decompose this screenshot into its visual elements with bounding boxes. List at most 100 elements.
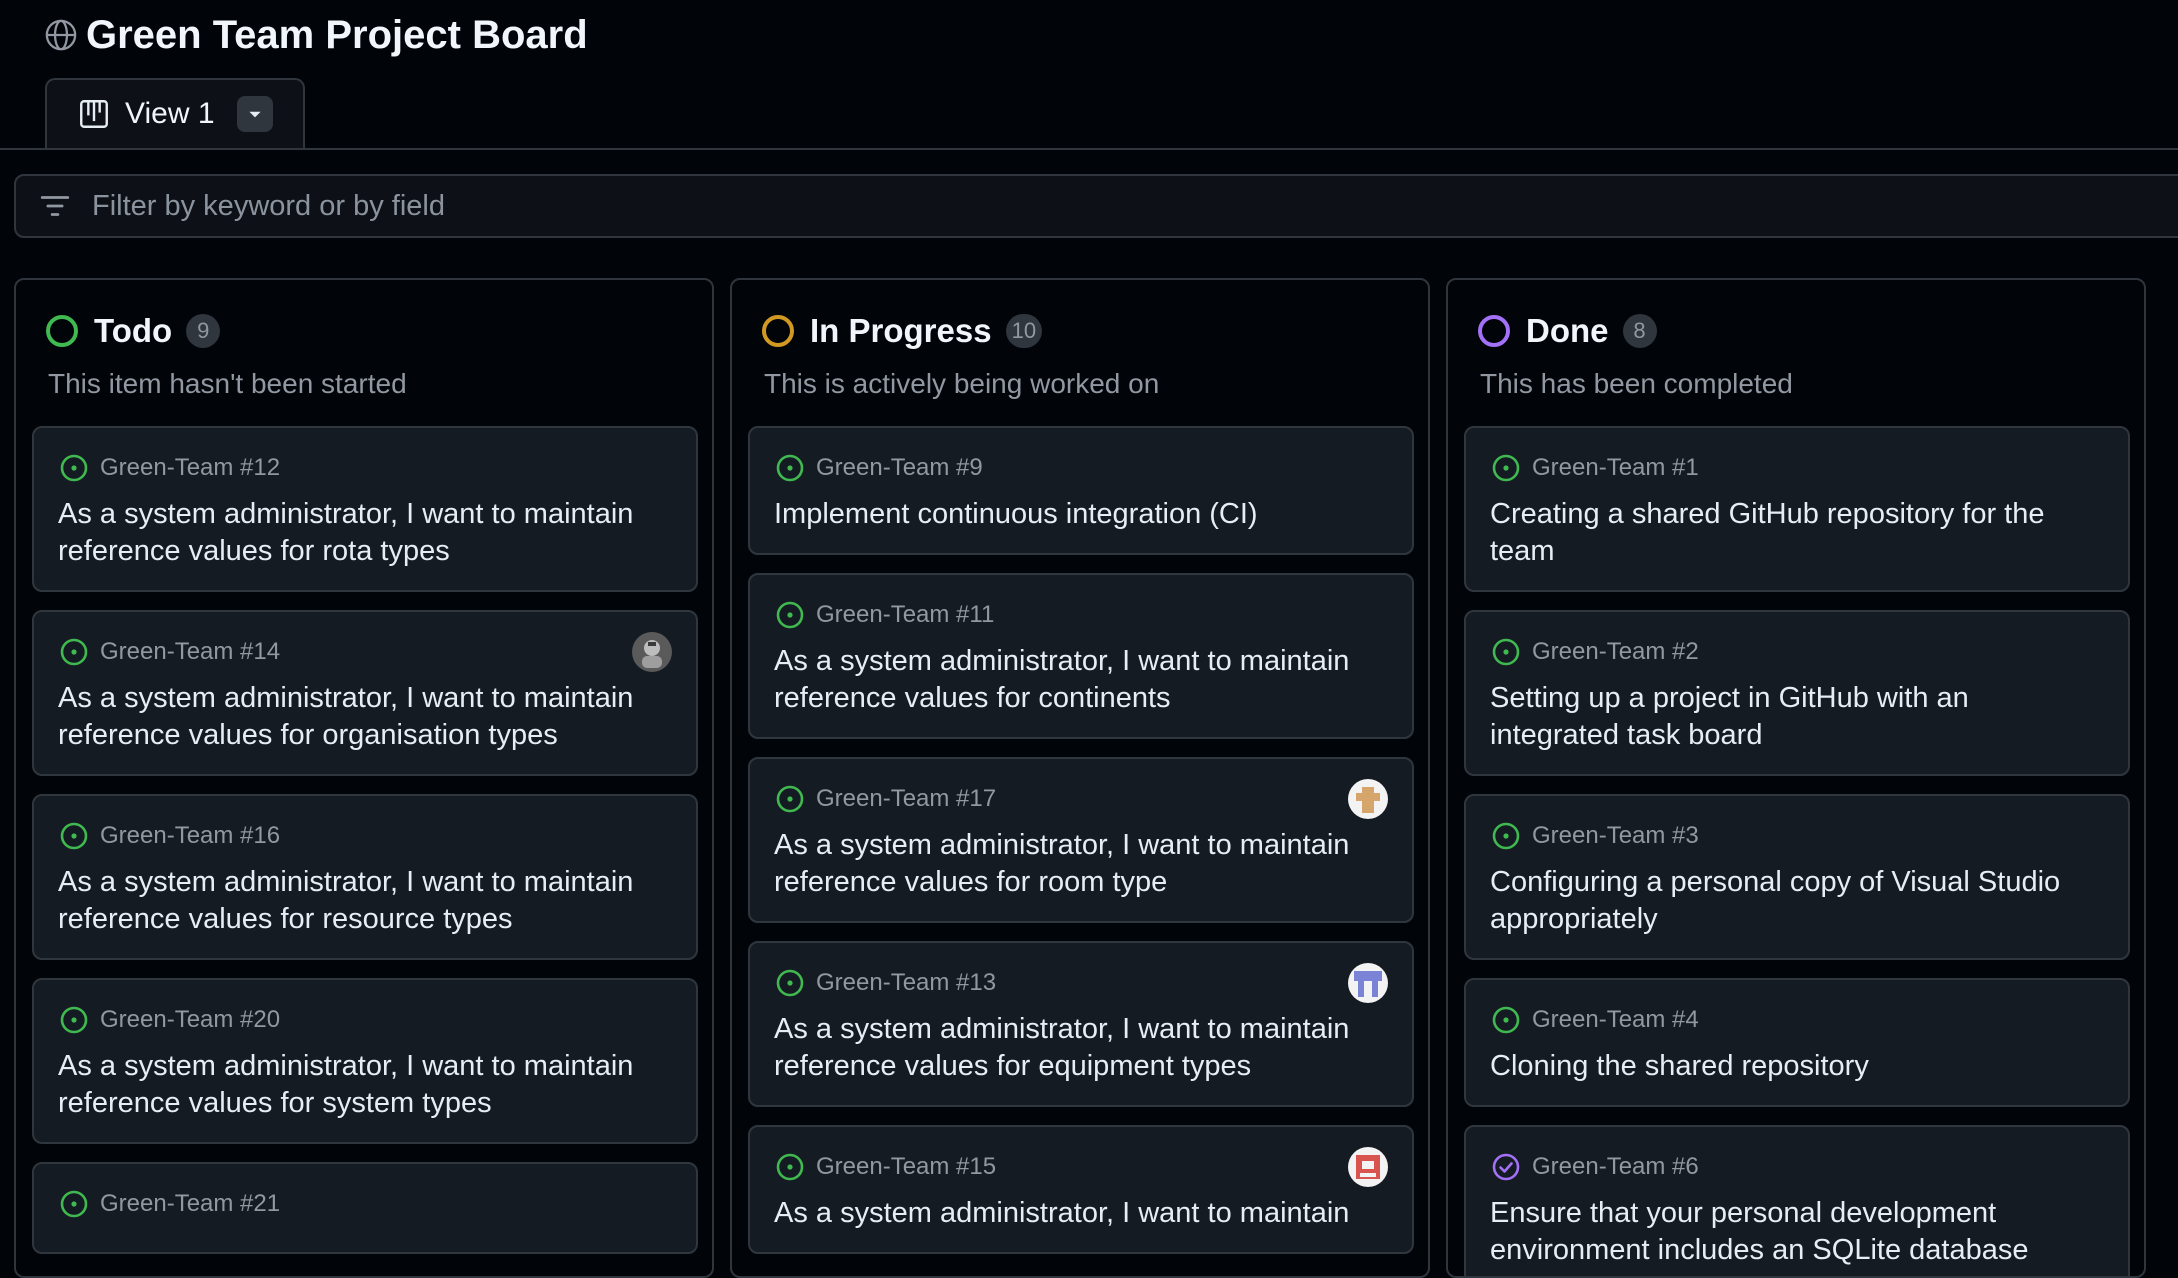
column-done: Done 8 This has been completed Green-Team #… (1446, 278, 2146, 1278)
issue-open-icon (60, 638, 88, 666)
card-meta: Green-Team #12 (58, 450, 672, 486)
issue-title[interactable]: Configuring a personal copy of Visual St… (1490, 864, 2104, 938)
board-icon (80, 100, 108, 128)
status-circle-icon (46, 315, 78, 347)
issue-card[interactable]: Green-Team #20 As a system administrator,… (32, 978, 698, 1144)
issue-open-icon (60, 1006, 88, 1034)
column-in-progress: In Progress 10 This is actively being work… (730, 278, 1430, 1278)
card-meta: Green-Team #6 (1490, 1149, 2104, 1185)
card-meta: Green-Team #2 (1490, 634, 2104, 670)
issue-open-icon (60, 822, 88, 850)
card-meta: Green-Team #14 (58, 634, 672, 670)
filter-bar[interactable] (14, 174, 2178, 238)
issue-title[interactable]: Creating a shared GitHub repository for … (1490, 496, 2104, 570)
issue-reference[interactable]: Green-Team #13 (816, 969, 996, 997)
column-header: In Progress 10 (762, 310, 1043, 352)
assignee-avatar[interactable] (1348, 963, 1388, 1003)
issue-card[interactable]: Green-Team #9 Implement continuous integr… (748, 426, 1414, 555)
assignee-avatar[interactable] (632, 632, 672, 672)
issue-reference[interactable]: Green-Team #1 (1532, 454, 1699, 482)
issue-open-icon (776, 454, 804, 482)
issue-open-icon (60, 1190, 88, 1218)
issue-card[interactable]: Green-Team #13 As a system administrator,… (748, 941, 1414, 1107)
card-list: Green-Team #12 As a system administrator,… (32, 426, 698, 1272)
issue-reference[interactable]: Green-Team #2 (1532, 638, 1699, 666)
issue-title[interactable]: As a system administrator, I want to mai… (58, 864, 672, 938)
issue-open-icon (1492, 454, 1520, 482)
issue-reference[interactable]: Green-Team #11 (816, 601, 994, 629)
status-circle-icon (762, 315, 794, 347)
issue-title[interactable]: Implement continuous integration (CI) (774, 496, 1388, 533)
issue-title[interactable]: As a system administrator, I want to mai… (58, 680, 672, 754)
issue-reference[interactable]: Green-Team #12 (100, 454, 280, 482)
issue-open-icon (776, 785, 804, 813)
issue-reference[interactable]: Green-Team #9 (816, 454, 983, 482)
page-title: Green Team Project Board (86, 12, 588, 57)
issue-card[interactable]: Green-Team #16 As a system administrator,… (32, 794, 698, 960)
globe-icon (45, 19, 77, 51)
column-description: This is actively being worked on (764, 368, 1160, 399)
card-list: Green-Team #1 Creating a shared GitHub re… (1464, 426, 2130, 1276)
view-options-button[interactable] (237, 96, 273, 132)
issue-closed-icon (1492, 1153, 1520, 1181)
card-meta: Green-Team #11 (774, 597, 1388, 633)
issue-open-icon (60, 454, 88, 482)
issue-title[interactable]: Ensure that your personal development en… (1490, 1195, 2104, 1269)
card-meta: Green-Team #16 (58, 818, 672, 854)
tab-view-1[interactable]: View 1 (45, 78, 305, 148)
issue-card[interactable]: Green-Team #2 Setting up a project in Git… (1464, 610, 2130, 776)
issue-reference[interactable]: Green-Team #14 (100, 638, 280, 666)
assignee-avatar[interactable] (1348, 1147, 1388, 1187)
status-circle-icon (1478, 315, 1510, 347)
column-header: Todo 9 (46, 310, 221, 352)
issue-card[interactable]: Green-Team #3 Configuring a personal copy… (1464, 794, 2130, 960)
issue-title[interactable]: As a system administrator, I want to mai… (774, 643, 1388, 717)
item-count-badge: 8 (1622, 314, 1657, 348)
card-meta: Green-Team #17 (774, 781, 1388, 817)
issue-title[interactable]: Setting up a project in GitHub with an i… (1490, 680, 2104, 754)
filter-input[interactable] (90, 188, 1694, 224)
issue-reference[interactable]: Green-Team #16 (100, 822, 280, 850)
issue-reference[interactable]: Green-Team #4 (1532, 1006, 1699, 1034)
issue-reference[interactable]: Green-Team #20 (100, 1006, 280, 1034)
issue-card[interactable]: Green-Team #21 (32, 1162, 698, 1254)
issue-reference[interactable]: Green-Team #17 (816, 785, 996, 813)
issue-card[interactable]: Green-Team #4 Cloning the shared reposito… (1464, 978, 2130, 1107)
issue-card[interactable]: Green-Team #15 As a system administrator,… (748, 1125, 1414, 1254)
card-meta: Green-Team #21 (58, 1186, 672, 1222)
issue-open-icon (776, 1153, 804, 1181)
column-todo: Todo 9 This item hasn't been started Green-… (14, 278, 714, 1278)
column-title: Todo (94, 312, 173, 349)
issue-reference[interactable]: Green-Team #15 (816, 1153, 996, 1181)
card-meta: Green-Team #4 (1490, 1002, 2104, 1038)
issue-card[interactable]: Green-Team #1 Creating a shared GitHub re… (1464, 426, 2130, 592)
column-title: Done (1526, 312, 1609, 349)
issue-card[interactable]: Green-Team #12 As a system administrator,… (32, 426, 698, 592)
issue-title[interactable]: As a system administrator, I want to mai… (774, 1011, 1388, 1085)
item-count-badge: 9 (186, 314, 221, 348)
column-description: This item hasn't been started (48, 368, 407, 399)
card-meta: Green-Team #9 (774, 450, 1388, 486)
tab-label: View 1 (125, 97, 215, 130)
issue-title[interactable]: As a system administrator, I want to mai… (58, 1048, 672, 1122)
issue-title[interactable]: As a system administrator, I want to mai… (58, 496, 672, 570)
issue-title[interactable]: Cloning the shared repository (1490, 1048, 2104, 1085)
card-meta: Green-Team #15 (774, 1149, 1388, 1185)
issue-reference[interactable]: Green-Team #21 (100, 1190, 280, 1218)
card-meta: Green-Team #13 (774, 965, 1388, 1001)
issue-title[interactable]: As a system administrator, I want to mai… (774, 1195, 1388, 1232)
issue-title[interactable]: As a system administrator, I want to mai… (774, 827, 1388, 901)
card-meta: Green-Team #3 (1490, 818, 2104, 854)
issue-reference[interactable]: Green-Team #6 (1532, 1153, 1699, 1181)
issue-open-icon (776, 601, 804, 629)
issue-reference[interactable]: Green-Team #3 (1532, 822, 1699, 850)
issue-open-icon (776, 969, 804, 997)
issue-card[interactable]: Green-Team #17 As a system administrator,… (748, 757, 1414, 923)
triangle-down-icon (249, 111, 261, 118)
issue-open-icon (1492, 638, 1520, 666)
assignee-avatar[interactable] (1348, 779, 1388, 819)
issue-card[interactable]: Green-Team #11 As a system administrator,… (748, 573, 1414, 739)
issue-card[interactable]: Green-Team #14 As a system administrator,… (32, 610, 698, 776)
issue-card[interactable]: Green-Team #6 Ensure that your personal d… (1464, 1125, 2130, 1276)
filter-icon (40, 196, 70, 216)
